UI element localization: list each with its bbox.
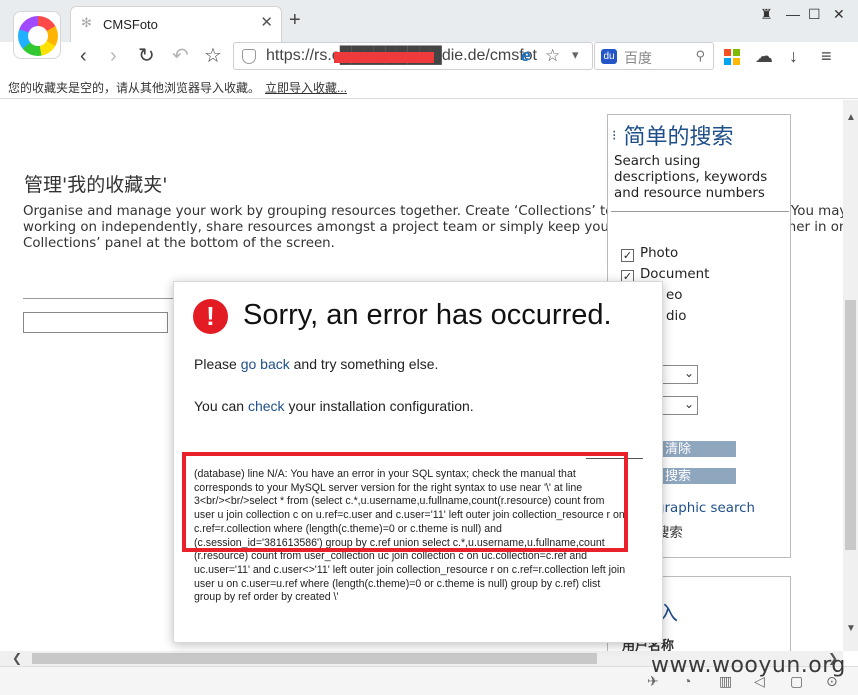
cloud-icon[interactable]: ☁ [755,46,773,66]
toolbar: ‹ › ↻ ↶ ☆ https://rs.c█████████die.de/cm… [0,42,858,72]
import-bookmarks-link[interactable]: 立即导入收藏... [265,79,347,96]
search-box[interactable]: du 百度 ⚲ [594,42,714,70]
forward-icon[interactable]: › [110,45,117,67]
divider [23,298,183,299]
page-title: 管理'我的收藏夹' [24,174,168,196]
skin-icon[interactable]: ♜ [760,6,773,23]
search-placeholder: 百度 [624,50,652,66]
checkbox-video[interactable]: eo [666,288,682,303]
checkbox-box[interactable]: ✓ [621,249,634,262]
tab-title: CMSFoto [103,17,158,32]
close-window-icon[interactable]: ✕ [833,6,845,23]
browser-logo-icon[interactable] [13,11,61,59]
chevron-down-icon: ⌄ [683,366,694,380]
checkbox-audio[interactable]: dio [666,309,686,324]
bookmark-star-icon[interactable]: ☆ [545,46,560,66]
shield-icon [242,49,256,64]
error-message-back: Please go back and try something else. [194,356,439,372]
url-redaction [334,52,434,63]
minimize-icon[interactable]: — [786,6,800,22]
tab-close-icon[interactable]: ✕ [260,15,273,31]
favorite-star-icon[interactable]: ☆ [204,45,222,67]
sql-error-detail: (database) line N/A: You have an error i… [194,468,626,604]
scroll-down-icon[interactable]: ▼ [846,623,856,634]
error-icon: ! [193,299,228,334]
maximize-icon[interactable]: ☐ [808,6,821,23]
checkbox-photo[interactable]: ✓ Photo [621,246,678,262]
back-icon[interactable]: ‹ [80,45,87,67]
bookmarks-empty-message: 您的收藏夹是空的，请从其他浏览器导入收藏。 [8,81,261,95]
vertical-scrollbar[interactable]: ▲ ▼ [843,100,858,651]
check-link[interactable]: check [248,398,285,414]
scroll-left-icon[interactable]: ❮ [12,651,22,665]
refresh-icon[interactable]: ↻ [138,45,155,67]
page-favicon-icon: ✻ [81,15,92,30]
tab-bar: ✻ CMSFoto ✕ + ♜ — ☐ ✕ [0,0,858,59]
search-icon[interactable]: ⚲ [695,48,705,64]
watermark: www.wooyun.org [651,653,846,678]
undo-icon[interactable]: ↶ [172,45,189,67]
error-message-check: You can check your installation configur… [194,398,474,414]
chevron-down-icon: ⌄ [683,397,694,411]
error-divider [586,458,643,459]
ie-icon[interactable]: e [521,46,530,66]
new-tab-button[interactable]: + [289,10,301,30]
dropdown-icon[interactable]: ▾ [572,47,579,63]
scroll-up-icon[interactable]: ▲ [846,112,856,123]
error-dialog: ! Sorry, an error has occurred. Please g… [173,281,663,643]
go-back-link[interactable]: go back [241,356,290,372]
menu-icon[interactable]: ≡ [821,46,832,66]
simple-search-title: ⁝ 简单的搜索 [612,125,734,150]
download-icon[interactable]: ↓ [789,46,798,66]
scroll-thumb[interactable] [32,653,597,664]
error-title: Sorry, an error has occurred. [243,299,612,331]
address-bar[interactable]: https://rs.c█████████die.de/cmsfot e ☆ ▾ [233,42,593,70]
collection-name-input[interactable] [23,312,168,333]
simple-search-description: Search using descriptions, keywords and … [614,154,768,201]
geographic-search-link[interactable]: graphic search [656,501,755,516]
tab-cmsfoto[interactable]: ✻ CMSFoto ✕ [70,6,282,42]
paw-icon: du [601,49,617,64]
search-field-line [611,211,789,212]
scroll-thumb[interactable] [845,300,856,550]
apps-icon[interactable] [724,49,740,65]
bookmarks-bar: 您的收藏夹是空的，请从其他浏览器导入收藏。 立即导入收藏... [0,72,858,99]
